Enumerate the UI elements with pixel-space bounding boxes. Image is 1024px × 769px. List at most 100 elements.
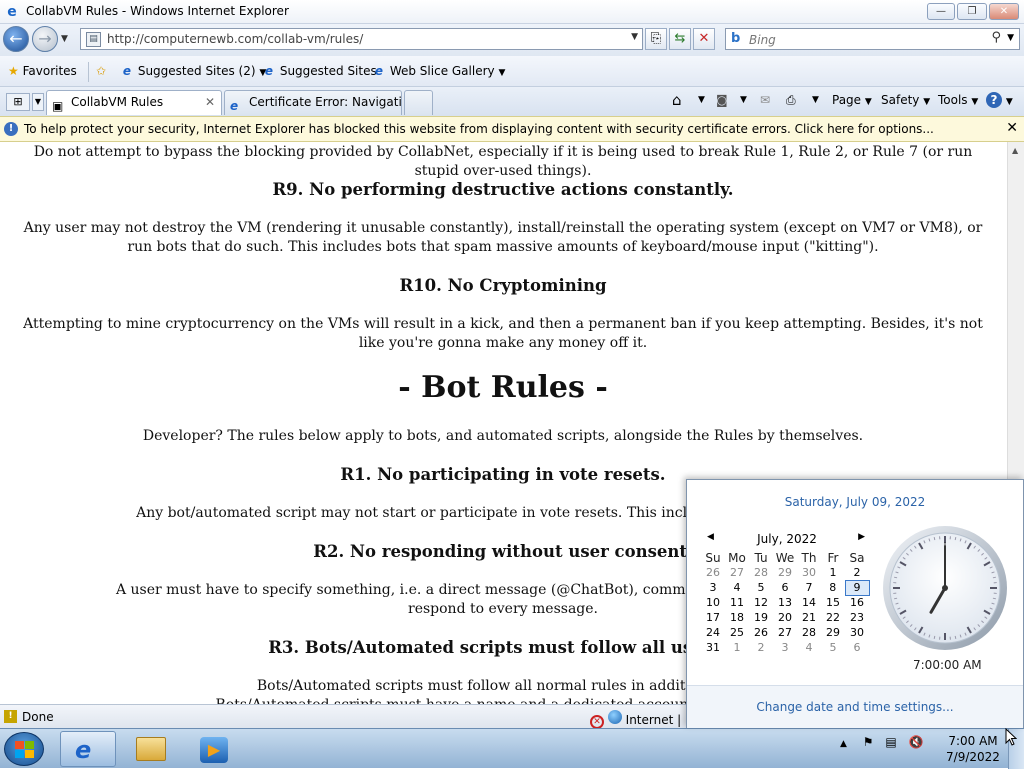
forward-button[interactable]: → (32, 26, 58, 52)
print-dropdown[interactable]: ▼ (812, 91, 819, 109)
calendar-day[interactable]: 1 (725, 640, 749, 655)
calendar-week: 24252627282930 (701, 625, 869, 640)
calendar-day[interactable]: 18 (725, 610, 749, 625)
safety-menu[interactable]: Safety ▼ (881, 91, 930, 111)
calendar-day[interactable]: 24 (701, 625, 725, 640)
calendar-day[interactable]: 15 (821, 595, 845, 610)
calendar-day[interactable]: 8 (821, 580, 845, 595)
print-icon[interactable]: ⎙ (786, 91, 796, 109)
taskbar-clock[interactable]: 7:00 AM 7/9/2022 (940, 733, 1006, 765)
tab-certificate-error[interactable]: e Certificate Error: Navigatio... (224, 90, 402, 115)
web-slice-gallery[interactable]: e Web Slice Gallery ▼ (372, 64, 505, 78)
calendar-day[interactable]: 6 (845, 640, 869, 655)
suggested-sites-2[interactable]: e Suggested Sites (2) ▼ (120, 64, 266, 78)
network-icon[interactable]: ▤ (885, 735, 896, 749)
calendar-day[interactable]: 3 (701, 580, 725, 595)
calendar-day[interactable]: 4 (725, 580, 749, 595)
calendar-day[interactable]: 5 (821, 640, 845, 655)
search-placeholder[interactable]: Bing (749, 33, 776, 47)
calendar-day[interactable]: 19 (749, 610, 773, 625)
search-box[interactable]: b Bing ⚲ ▼ (725, 28, 1020, 50)
calendar-day[interactable]: 27 (773, 625, 797, 640)
feeds-dropdown[interactable]: ▼ (740, 91, 747, 109)
home-icon[interactable]: ⌂ (672, 91, 682, 109)
calendar-month[interactable]: July, 2022 (757, 532, 817, 546)
mail-icon[interactable]: ✉ (760, 91, 770, 109)
long-date-link[interactable]: Saturday, July 09, 2022 (687, 495, 1023, 509)
change-date-time-link[interactable]: Change date and time settings... (687, 700, 1023, 714)
help-menu[interactable]: ? ▼ (986, 91, 1013, 111)
close-button[interactable]: ✕ (989, 3, 1019, 20)
taskbar-internet-explorer[interactable]: e (60, 731, 116, 767)
compatibility-view-icon[interactable]: ⎘ (645, 28, 667, 50)
home-dropdown[interactable]: ▼ (698, 91, 705, 109)
address-dropdown-icon[interactable]: ▼ (631, 32, 638, 42)
calendar-day[interactable]: 28 (797, 625, 821, 640)
calendar-day[interactable]: 29 (821, 625, 845, 640)
page-menu[interactable]: Page ▼ (832, 91, 872, 111)
stop-icon[interactable]: ✕ (693, 28, 715, 50)
feeds-icon[interactable]: ◙ (716, 91, 728, 109)
calendar-day[interactable]: 13 (773, 595, 797, 610)
calendar-day[interactable]: 26 (749, 625, 773, 640)
calendar-day[interactable]: 2 (845, 565, 869, 580)
calendar-day[interactable]: 22 (821, 610, 845, 625)
scroll-up-icon[interactable]: ▲ (1012, 146, 1018, 155)
calendar-day[interactable]: 2 (749, 640, 773, 655)
search-icon[interactable]: ⚲ (991, 30, 1001, 45)
taskbar-explorer[interactable] (124, 731, 180, 767)
taskbar-media-player[interactable]: ▶ (188, 731, 244, 767)
calendar-day[interactable]: 25 (725, 625, 749, 640)
add-to-favorites-icon[interactable]: ✩ (96, 64, 106, 78)
calendar-day[interactable]: 28 (749, 565, 773, 580)
calendar-day[interactable]: 30 (845, 625, 869, 640)
tab-collabvm-rules[interactable]: ▣ CollabVM Rules ✕ (46, 90, 222, 115)
url-text[interactable]: http://computernewb.com/collab-vm/rules/ (107, 32, 363, 46)
calendar-day[interactable]: 1 (821, 565, 845, 580)
refresh-icon[interactable]: ⇆ (669, 28, 691, 50)
maximize-button[interactable]: ❐ (957, 3, 987, 20)
calendar-day[interactable]: 3 (773, 640, 797, 655)
calendar-day[interactable]: 16 (845, 595, 869, 610)
search-dropdown-icon[interactable]: ▼ (1007, 33, 1014, 43)
calendar-day[interactable]: 7 (797, 580, 821, 595)
calendar-day[interactable]: 9 (845, 580, 869, 595)
suggested-sites[interactable]: e Suggested Sites (262, 64, 377, 78)
tab-list-dropdown[interactable]: ▼ (32, 93, 44, 111)
calendar-day[interactable]: 30 (797, 565, 821, 580)
quick-tabs-icon[interactable]: ⊞ (6, 93, 30, 111)
calendar-day[interactable]: 12 (749, 595, 773, 610)
calendar-day[interactable]: 21 (797, 610, 821, 625)
calendar-day[interactable]: 23 (845, 610, 869, 625)
info-bar-message[interactable]: To help protect your security, Internet … (24, 122, 934, 136)
calendar-day[interactable]: 27 (725, 565, 749, 580)
calendar-day[interactable]: 4 (797, 640, 821, 655)
calendar-day[interactable]: 6 (773, 580, 797, 595)
security-zone[interactable]: ✕ Internet | P (590, 710, 692, 729)
previous-month-icon[interactable]: ◀ (707, 532, 714, 542)
close-tab-icon[interactable]: ✕ (205, 91, 215, 114)
address-field[interactable]: ▤ http://computernewb.com/collab-vm/rule… (80, 28, 643, 50)
close-info-bar-icon[interactable]: ✕ (1006, 120, 1018, 136)
security-info-bar[interactable]: ! To help protect your security, Interne… (0, 116, 1024, 142)
calendar-day[interactable]: 31 (701, 640, 725, 655)
favorites-button[interactable]: ★ Favorites (8, 64, 77, 78)
recent-pages-dropdown[interactable]: ▼ (61, 34, 68, 44)
start-button[interactable] (4, 732, 44, 766)
new-tab-button[interactable] (404, 90, 433, 115)
back-button[interactable]: ← (3, 26, 29, 52)
minimize-button[interactable]: — (927, 3, 955, 20)
calendar-day[interactable]: 17 (701, 610, 725, 625)
calendar-day[interactable]: 11 (725, 595, 749, 610)
action-center-flag-icon[interactable]: ⚑ (863, 735, 874, 749)
calendar-day[interactable]: 26 (701, 565, 725, 580)
calendar-day[interactable]: 10 (701, 595, 725, 610)
volume-muted-icon[interactable]: 🔇 (909, 735, 924, 749)
next-month-icon[interactable]: ▶ (858, 532, 865, 542)
calendar-day[interactable]: 20 (773, 610, 797, 625)
calendar-day[interactable]: 14 (797, 595, 821, 610)
tools-menu[interactable]: Tools ▼ (938, 91, 978, 111)
show-hidden-icons[interactable]: ▲ (840, 739, 847, 749)
calendar-day[interactable]: 29 (773, 565, 797, 580)
calendar-day[interactable]: 5 (749, 580, 773, 595)
